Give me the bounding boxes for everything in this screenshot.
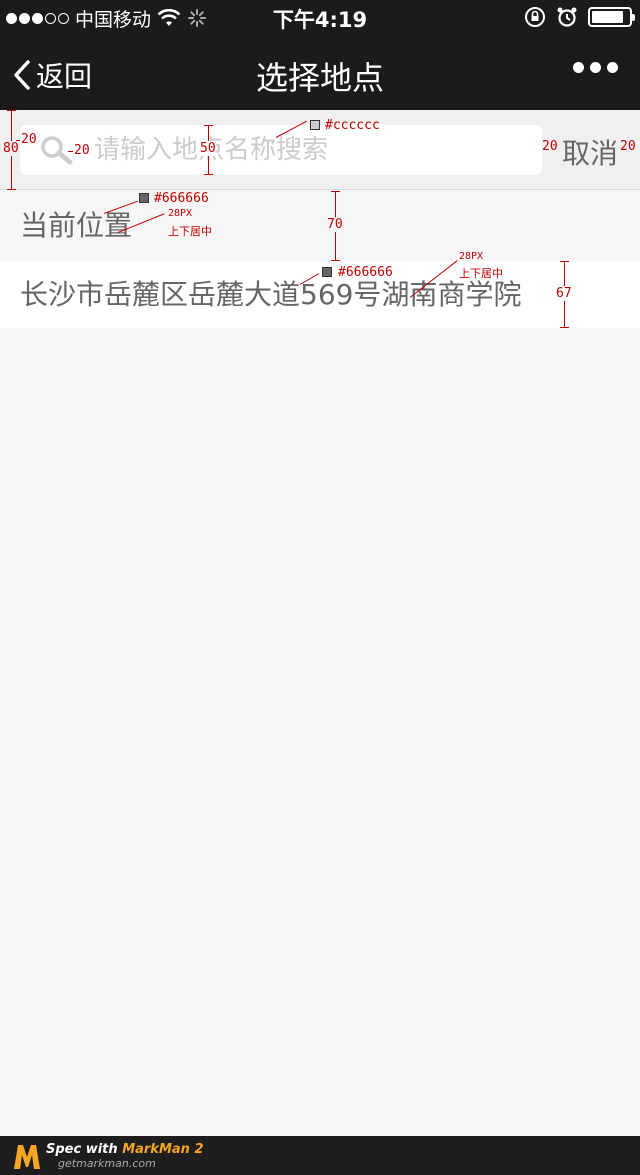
cancel-button[interactable]: 取消 xyxy=(562,132,618,172)
status-right xyxy=(524,6,635,28)
nav-bar: 返回 选择地点 xyxy=(0,36,640,110)
search-icon xyxy=(41,136,73,165)
annotation-line xyxy=(204,125,213,126)
battery-level xyxy=(592,11,623,23)
search-box[interactable] xyxy=(20,125,542,175)
footer-title: Spec with MarkMan 2 xyxy=(46,1142,204,1157)
annotation-row-height: 67 xyxy=(556,286,572,301)
color-swatch xyxy=(139,193,149,203)
current-location-label: 当前位置 xyxy=(20,209,133,242)
annotation-line xyxy=(68,151,73,152)
annotation-line xyxy=(16,140,20,141)
location-item[interactable]: 长沙市岳麓区岳麓大道569号湖南商学院 xyxy=(0,261,640,328)
color-swatch xyxy=(310,120,320,130)
footer-brand: MarkMan 2 xyxy=(122,1142,204,1157)
annotation-line xyxy=(7,189,16,190)
annotation-line xyxy=(560,327,569,328)
footer-title-prefix: Spec with xyxy=(46,1142,123,1157)
annotation-placeholder-color: #cccccc xyxy=(325,118,380,133)
annotation-search-height: 80 xyxy=(3,141,19,156)
annotation-line xyxy=(331,260,340,261)
annotation-label-color: #666666 xyxy=(154,191,209,206)
more-menu-button[interactable] xyxy=(573,62,618,73)
footer-site: getmarkman.com xyxy=(58,1157,156,1170)
more-dot xyxy=(607,62,618,73)
annotation-label-size: 28PX xyxy=(168,208,193,219)
page-title: 选择地点 xyxy=(255,59,384,97)
color-swatch xyxy=(322,267,332,277)
annotation-line xyxy=(331,191,340,192)
status-bar: 中国移动 下午4:19 xyxy=(0,0,640,36)
markman-footer: Spec with MarkMan 2 getmarkman.com xyxy=(0,1136,640,1175)
location-address: 长沙市岳麓区岳麓大道569号湖南商学院 xyxy=(20,278,522,311)
annotation-address-size: 28PX xyxy=(459,251,484,262)
more-dot xyxy=(573,62,584,73)
annotation-icon-gap: 20 xyxy=(74,143,90,158)
annotation-label-align: 上下居中 xyxy=(168,225,212,238)
orientation-lock-icon xyxy=(525,7,545,27)
search-input[interactable] xyxy=(94,130,534,170)
annotation-line xyxy=(204,174,213,175)
annotation-right-padding: 20 xyxy=(542,139,558,154)
annotation-line xyxy=(560,261,569,262)
annotation-address-color: #666666 xyxy=(338,265,393,280)
markman-logo-icon xyxy=(14,1145,40,1169)
annotation-left-padding: 20 xyxy=(21,132,37,147)
annotation-line xyxy=(7,110,16,111)
battery-icon xyxy=(588,7,635,27)
alarm-icon xyxy=(557,7,577,27)
annotation-box-height: 50 xyxy=(200,141,216,156)
annotation-address-align: 上下居中 xyxy=(459,267,503,280)
more-dot xyxy=(590,62,601,73)
annotation-section-height: 70 xyxy=(327,217,343,232)
annotation-right-padding: 20 xyxy=(620,139,636,154)
